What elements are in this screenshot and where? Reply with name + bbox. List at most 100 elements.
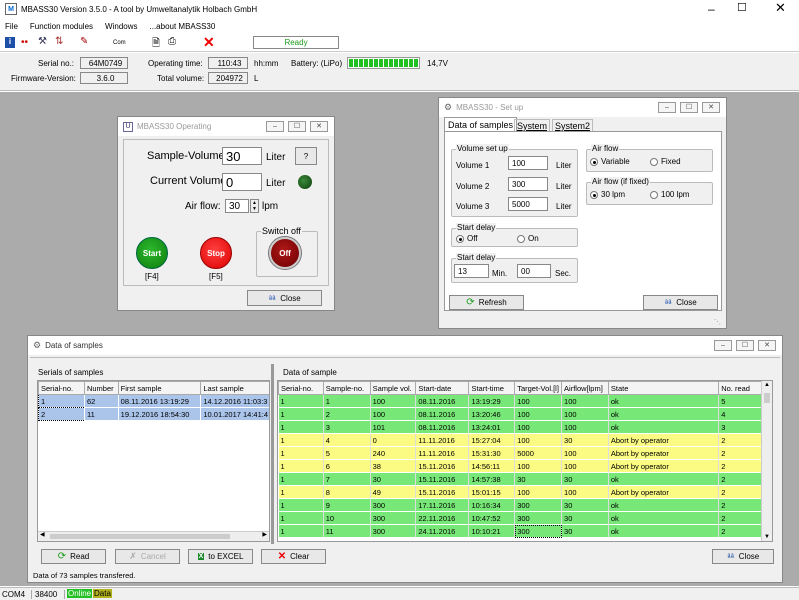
help-button[interactable]: ? [295, 147, 317, 165]
setup-resize-grip[interactable]: ⋱ [714, 318, 721, 326]
tab-data-of-samples[interactable]: Data of samples [444, 117, 518, 132]
operating-close-btn[interactable]: ⎂ Close [247, 290, 322, 306]
menu-function-modules[interactable]: Function modules [30, 22, 93, 31]
lpm30-radio[interactable]: 30 lpm [590, 190, 625, 199]
serials-row[interactable]: 2 11 19.12.2016 18:54:30 10.01.2017 14:41:4 [38, 407, 269, 421]
menu-file[interactable]: File [5, 22, 18, 31]
setup-maximize-button[interactable]: ☐ [680, 102, 698, 113]
samples-minimize-button[interactable]: – [714, 340, 732, 351]
serial-label: Serial no.: [38, 59, 75, 68]
document-icon[interactable]: 🗎 [152, 36, 160, 53]
stop-key: [F5] [209, 272, 223, 281]
serials-cell: 08.11.2016 13:19:29 [117, 394, 202, 408]
serials-table-box: Serial-no. Number First sample Last sample … [37, 380, 270, 542]
table-cell: 1 [278, 394, 324, 408]
delay-off-radio[interactable]: Off [456, 234, 478, 243]
start-button[interactable]: Start [136, 237, 168, 269]
table-cell: 08.11.2016 [415, 394, 470, 408]
table-cell: Abort by operator [608, 433, 720, 447]
table-cell: 100 [514, 420, 563, 434]
delay-min-input[interactable]: 13 [454, 264, 489, 278]
close-window-button[interactable]: ✕ [775, 0, 786, 16]
fixed-radio[interactable]: Fixed [650, 157, 681, 166]
variable-radio[interactable]: Variable [590, 157, 630, 166]
data-vscrollbar[interactable]: ▲ ▼ [761, 381, 772, 541]
table-row[interactable]: 1 5 240 11.11.2016 15:31:30 5000 100 Abort by o… [278, 446, 764, 460]
vol3-input[interactable]: 5000 [508, 197, 548, 211]
connect-icon[interactable]: •• [21, 37, 28, 48]
table-row[interactable]: 1 8 49 15.11.2016 15:01:15 100 100 Abort by ope… [278, 485, 764, 499]
table-row[interactable]: 1 2 100 08.11.2016 13:20:46 100 100 ok 4 [278, 407, 764, 421]
airflow-spinner[interactable]: ▲ ▼ [250, 199, 259, 213]
print-icon[interactable]: ⎙ [168, 36, 176, 47]
table-cell: 1 [278, 511, 324, 525]
serial-value: 64M0749 [80, 57, 128, 69]
operating-maximize-button[interactable]: ☐ [288, 121, 306, 132]
serials-row[interactable]: 1 62 08.11.2016 13:19:29 14.12.2016 11:03:3 [38, 394, 269, 408]
delay-sec-input[interactable]: 00 [517, 264, 551, 278]
airflow-input[interactable]: 30 [225, 199, 249, 213]
sample-volume-input[interactable]: 30 [222, 147, 262, 165]
start-key: [F4] [145, 272, 159, 281]
table-row[interactable]: 1 4 0 11.11.2016 15:27:04 100 30 Abort by opera… [278, 433, 764, 447]
tools-icon[interactable]: ⚒ [38, 36, 47, 47]
edit-icon[interactable]: ✎ [80, 36, 88, 47]
setup-minimize-button[interactable]: – [658, 102, 676, 113]
table-row[interactable]: 1 10 300 22.11.2016 10:47:52 300 30 ok 2 [278, 511, 764, 525]
cancel-icon: ✗ [129, 551, 137, 561]
table-cell: ok [608, 394, 720, 408]
data-column-header: Serial-no. [278, 381, 324, 395]
table-cell: ok [608, 498, 720, 512]
setup-close-button[interactable]: ✕ [702, 102, 720, 113]
battery-bar [347, 57, 420, 69]
com-icon[interactable]: Com [113, 40, 126, 46]
settings-icon[interactable]: ⇅ [55, 36, 63, 47]
samples-maximize-button[interactable]: ☐ [736, 340, 754, 351]
vol2-input[interactable]: 300 [508, 177, 548, 191]
serials-cell: 2 [38, 407, 85, 421]
delete-icon[interactable]: ✕ [203, 34, 215, 51]
table-cell: 100 [514, 433, 563, 447]
operating-minimize-button[interactable]: – [266, 121, 284, 132]
samples-close-btn[interactable]: ⎂ Close [712, 549, 774, 564]
optime-label: Operating time: [148, 59, 203, 68]
minimize-button[interactable]: – [708, 2, 715, 16]
table-row[interactable]: 1 6 38 15.11.2016 14:56:11 100 100 Abort by ope… [278, 459, 764, 473]
battery-value: 14,7V [427, 59, 448, 68]
vol1-input[interactable]: 100 [508, 156, 548, 170]
status-bar: COM4 38400 Online Data [0, 587, 799, 600]
cancel-button[interactable]: ✗ Cancel [115, 549, 180, 564]
table-cell: 300 [370, 498, 417, 512]
table-cell: 101 [370, 420, 417, 434]
read-button[interactable]: ⟳ Read [41, 549, 106, 564]
table-row[interactable]: 1 3 101 08.11.2016 13:24:01 100 100 ok 3 [278, 420, 764, 434]
delay-on-radio[interactable]: On [517, 234, 539, 243]
clear-button[interactable]: ✕ Clear [261, 549, 326, 564]
stop-button[interactable]: Stop [200, 237, 232, 269]
samples-close-button[interactable]: ✕ [758, 340, 776, 351]
menu-about[interactable]: ...about MBASS30 [150, 22, 216, 31]
lpm100-radio[interactable]: 100 lpm [650, 190, 689, 199]
operating-window: U MBASS30 Operating – ☐ ✕ Sample-Volume: … [117, 116, 335, 311]
off-button[interactable]: Off [268, 236, 302, 270]
table-row[interactable]: 1 7 30 15.11.2016 14:57:38 30 30 ok 2 [278, 472, 764, 486]
serials-hscrollbar[interactable]: ◀ ▶ [38, 531, 269, 541]
table-cell: 22.11.2016 [415, 511, 470, 525]
splitter[interactable] [271, 364, 274, 544]
table-cell: 2 [718, 485, 764, 499]
maximize-button[interactable]: ☐ [737, 1, 747, 14]
table-row[interactable]: 1 11 300 24.11.2016 10:10:21 300 30 ok 2 [278, 524, 764, 538]
refresh-button[interactable]: ⟳ Refresh [449, 295, 524, 310]
vol3-unit: Liter [556, 202, 572, 211]
serials-column-header: First sample [117, 381, 202, 395]
info-icon[interactable]: i [5, 37, 15, 48]
excel-button[interactable]: Xto EXCEL [188, 549, 253, 564]
setup-close-btn[interactable]: ⎂ Close [643, 295, 718, 310]
menu-windows[interactable]: Windows [105, 22, 137, 31]
table-cell: 1 [278, 420, 324, 434]
table-row[interactable]: 1 1 100 08.11.2016 13:19:29 100 100 ok 5 [278, 394, 764, 408]
operating-close-button[interactable]: ✕ [310, 121, 328, 132]
table-row[interactable]: 1 9 300 17.11.2016 10:16:34 300 30 ok 2 [278, 498, 764, 512]
table-cell: Abort by operator [608, 459, 720, 473]
vol2-unit: Liter [556, 182, 572, 191]
